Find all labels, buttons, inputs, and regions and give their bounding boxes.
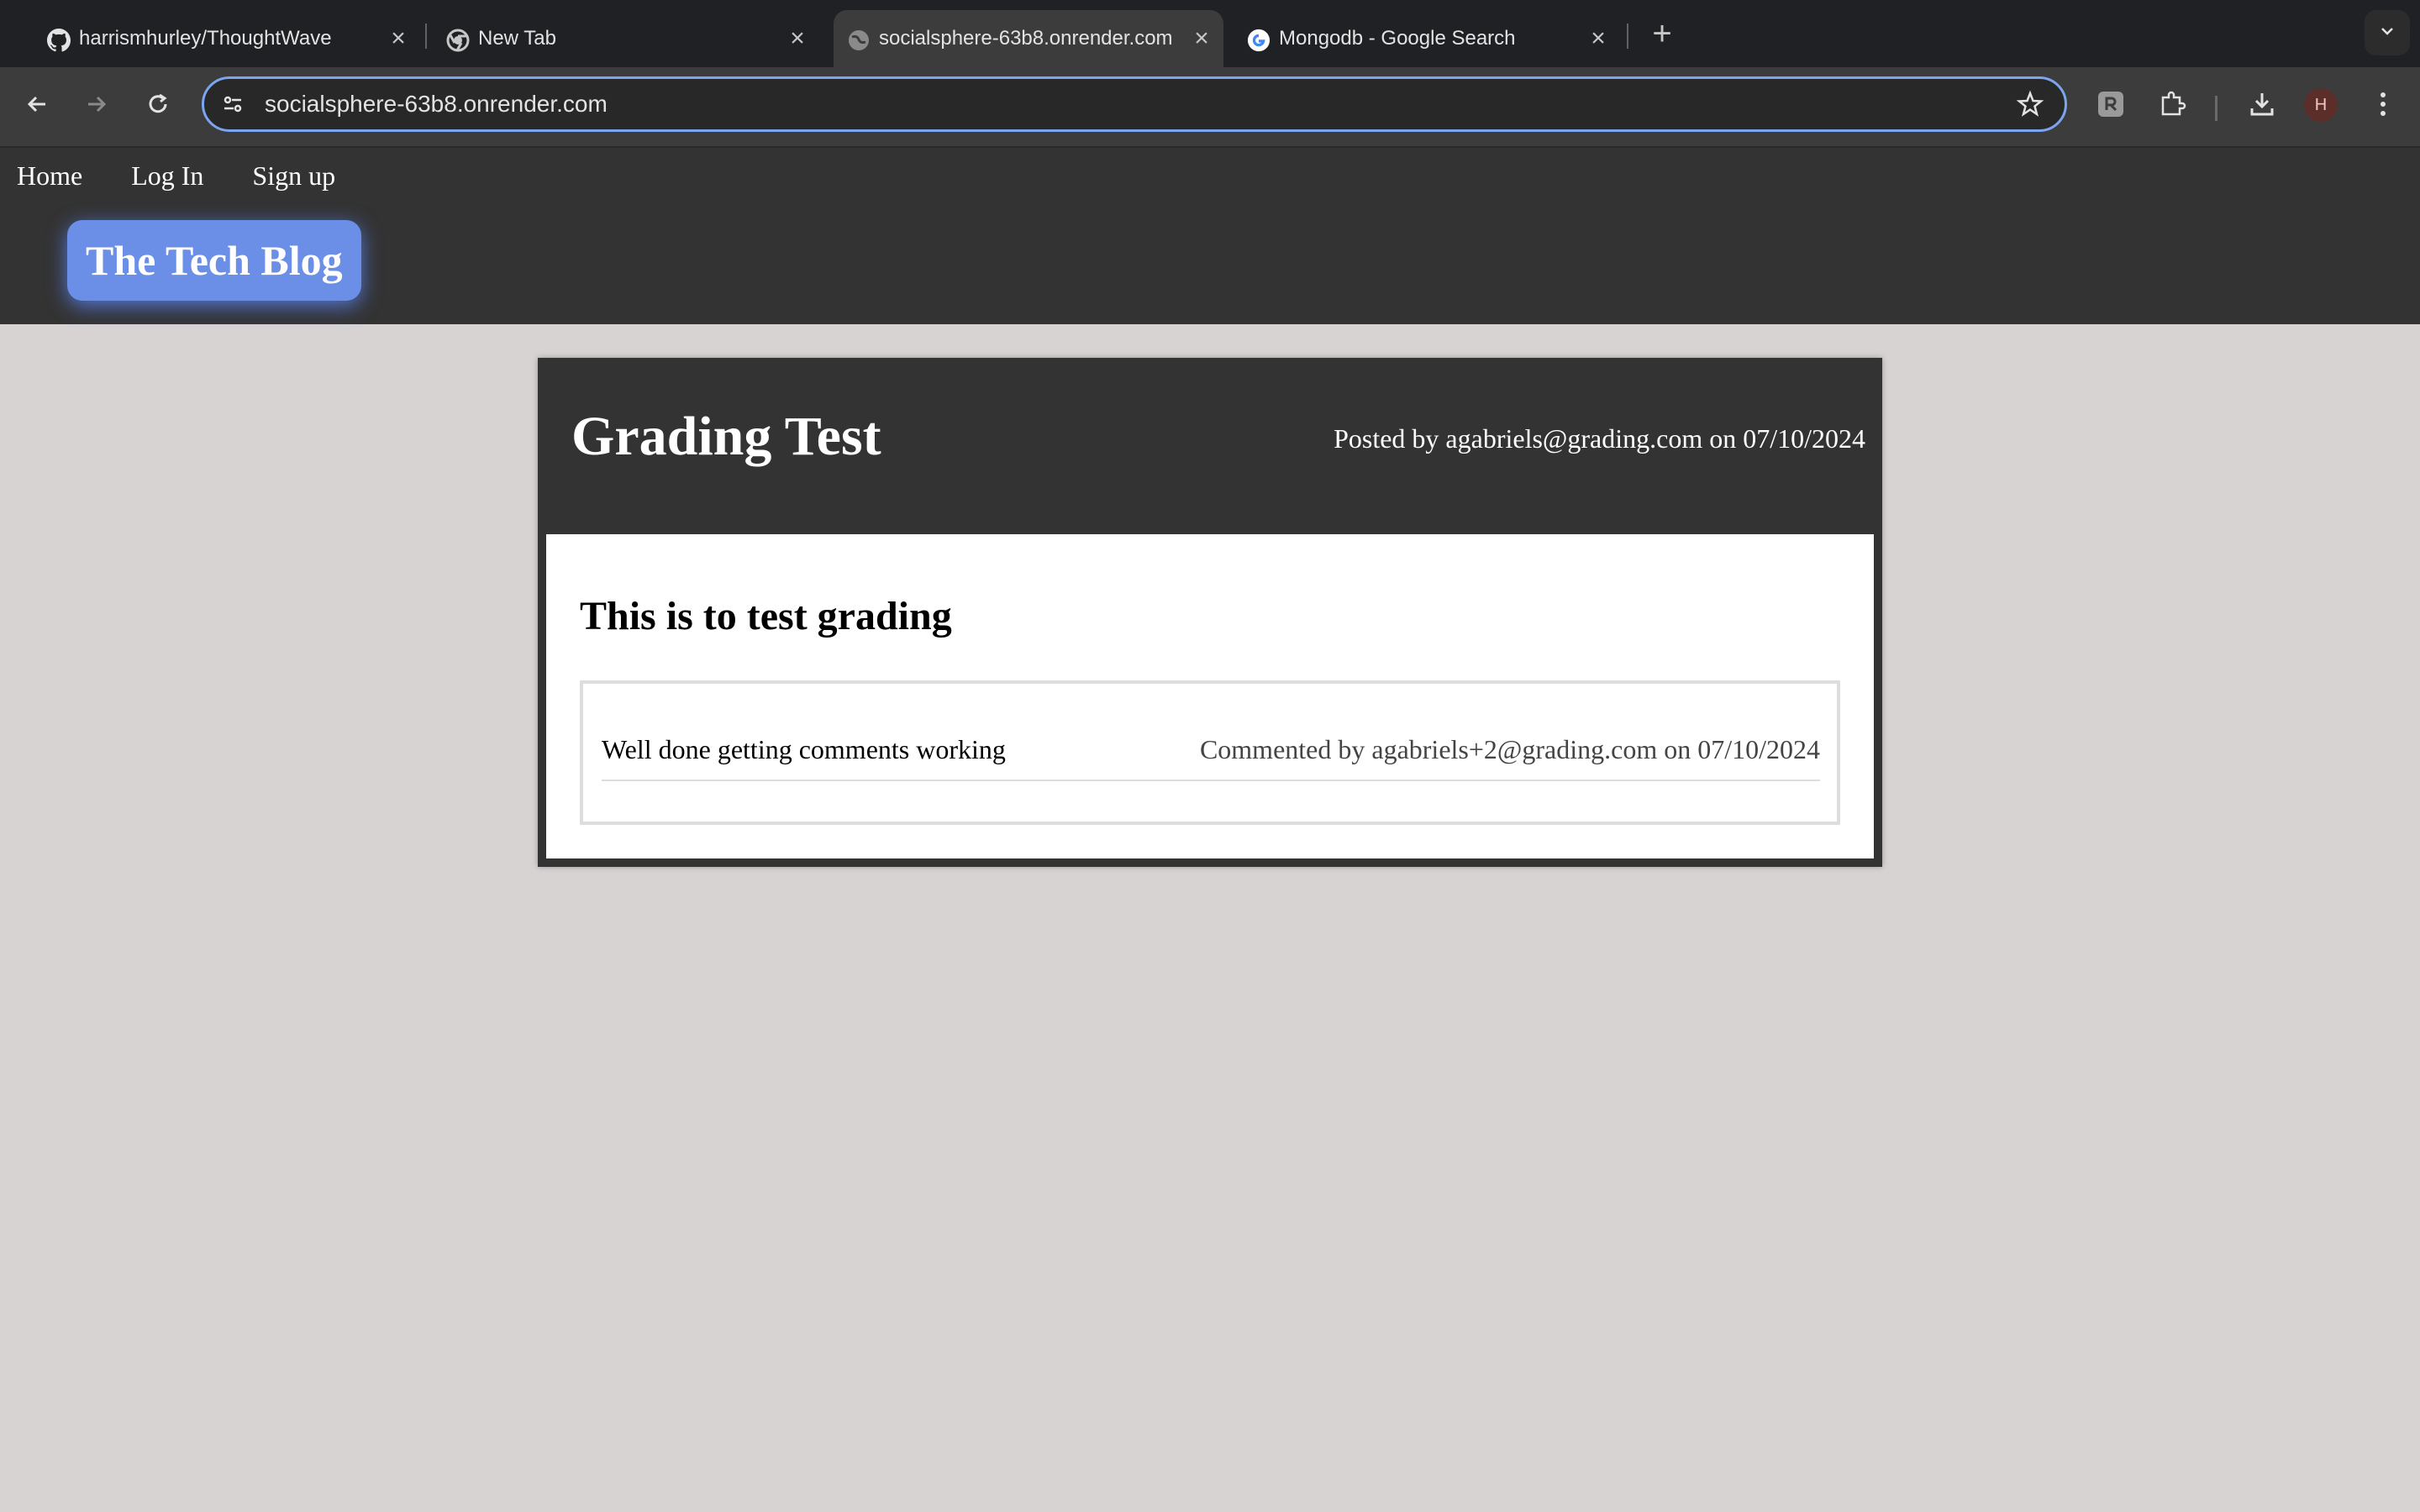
tab-socialsphere[interactable]: socialsphere-63b8.onrender.com × xyxy=(834,10,1223,67)
tab-github[interactable]: harrismhurley/ThoughtWave × xyxy=(34,10,420,67)
download-icon xyxy=(2248,90,2276,123)
toolbar-separator xyxy=(2215,96,2217,121)
reload-icon xyxy=(145,91,171,122)
tab-separator xyxy=(1627,24,1628,49)
comments-section: Well done getting comments working Comme… xyxy=(580,680,1840,825)
puzzle-icon xyxy=(2158,89,2188,123)
new-tab-button[interactable]: + xyxy=(1641,15,1683,52)
tab-search-button[interactable] xyxy=(2365,10,2410,55)
globe-icon xyxy=(847,29,871,52)
post-meta: Posted by agabriels@grading.com on 07/10… xyxy=(1334,423,1865,454)
tab-google-search[interactable]: Mongodb - Google Search × xyxy=(1234,10,1620,67)
downloads-button[interactable] xyxy=(2242,86,2282,126)
arrow-left-icon xyxy=(24,91,50,122)
tab-title: harrismhurley/ThoughtWave xyxy=(79,27,332,50)
close-icon[interactable]: × xyxy=(786,24,809,52)
browser-toolbar: socialsphere-63b8.onrender.com H xyxy=(0,67,2420,148)
tab-strip: harrismhurley/ThoughtWave × New Tab × so… xyxy=(0,0,2420,67)
chrome-icon xyxy=(446,29,470,52)
close-icon[interactable]: × xyxy=(387,24,410,52)
reload-button[interactable] xyxy=(138,86,178,126)
address-bar[interactable]: socialsphere-63b8.onrender.com xyxy=(202,76,2067,132)
url-text[interactable]: socialsphere-63b8.onrender.com xyxy=(265,79,608,129)
close-icon[interactable]: × xyxy=(1586,24,1610,52)
post-content: This is to test grading xyxy=(580,594,952,638)
tab-new-tab[interactable]: New Tab × xyxy=(433,10,819,67)
post-header: Grading Test Posted by agabriels@grading… xyxy=(538,358,1882,534)
page-viewport: Home Log In Sign up The Tech Blog Gradin… xyxy=(0,148,2420,1512)
github-icon xyxy=(47,29,71,52)
comment-meta: Commented by agabriels+2@grading.com on … xyxy=(1199,734,1820,764)
nav-login-link[interactable]: Log In xyxy=(131,153,203,198)
back-button[interactable] xyxy=(17,86,57,126)
post-card: Grading Test Posted by agabriels@grading… xyxy=(538,358,1882,867)
site-info-icon[interactable] xyxy=(221,92,245,116)
close-icon[interactable]: × xyxy=(1190,24,1213,52)
post-body: This is to test grading Well done gettin… xyxy=(546,534,1874,858)
more-vertical-icon xyxy=(2378,90,2388,123)
site-nav: Home Log In Sign up xyxy=(17,153,384,198)
nav-signup-link[interactable]: Sign up xyxy=(252,153,335,198)
chevron-down-icon xyxy=(2378,22,2396,45)
browser-menu-button[interactable] xyxy=(2363,86,2403,126)
comment-text: Well done getting comments working xyxy=(602,734,1006,764)
site-brand[interactable]: The Tech Blog xyxy=(67,220,361,301)
tab-separator xyxy=(425,24,427,49)
site-header: Home Log In Sign up The Tech Blog xyxy=(0,148,2420,324)
forward-button[interactable] xyxy=(76,86,117,126)
tab-title: socialsphere-63b8.onrender.com xyxy=(879,27,1173,50)
extension-button[interactable] xyxy=(2091,86,2131,126)
extension-app-icon xyxy=(2096,90,2125,123)
arrow-right-icon xyxy=(83,91,110,122)
post-title: Grading Test xyxy=(571,406,881,467)
profile-avatar[interactable]: H xyxy=(2304,88,2338,122)
extensions-menu-button[interactable] xyxy=(2153,86,2193,126)
bookmark-star-icon[interactable] xyxy=(2016,90,2044,118)
google-icon xyxy=(1247,29,1270,52)
nav-home-link[interactable]: Home xyxy=(17,153,82,198)
comment-item: Well done getting comments working Comme… xyxy=(602,731,1820,781)
tab-title: Mongodb - Google Search xyxy=(1279,27,1516,50)
tab-title: New Tab xyxy=(478,27,556,50)
